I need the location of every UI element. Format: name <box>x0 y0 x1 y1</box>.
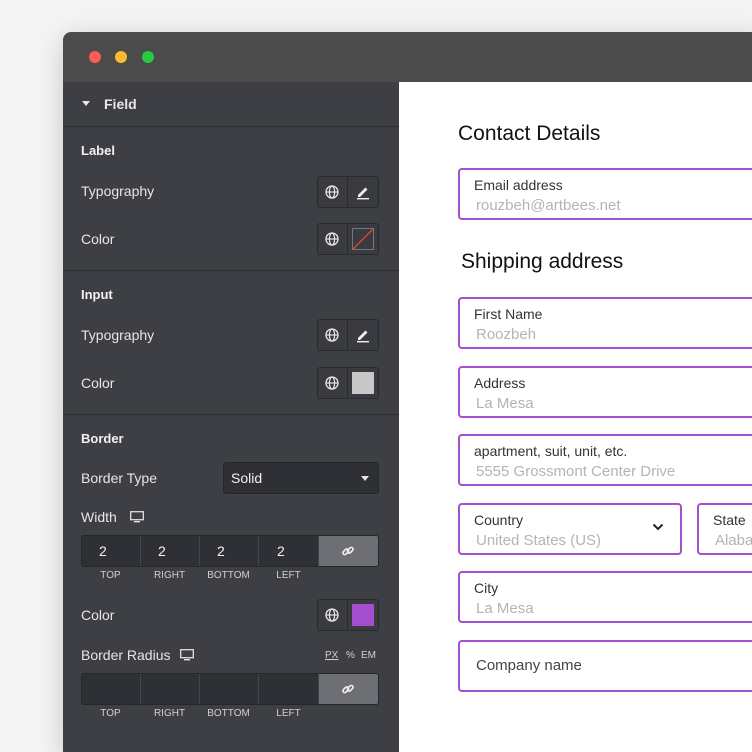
link-icon <box>342 546 354 556</box>
width-dimension-labels: TOP RIGHT BOTTOM LEFT <box>100 570 301 581</box>
border-radius-bottom-input[interactable] <box>200 674 259 704</box>
border-width-bottom-input[interactable]: 2 <box>200 536 259 566</box>
pencil-icon <box>357 187 369 200</box>
input-color-global-button[interactable] <box>318 368 348 398</box>
radius-dimension-labels: TOP RIGHT BOTTOM LEFT <box>100 708 301 719</box>
link-icon <box>342 684 354 694</box>
globe-icon <box>325 232 339 246</box>
unit-px[interactable]: PX <box>325 650 338 661</box>
border-width-top-input[interactable]: 2 <box>82 536 141 566</box>
input-color-picker[interactable] <box>348 368 377 398</box>
link-values-button[interactable] <box>319 674 378 704</box>
input-typography-edit-button[interactable] <box>348 320 377 350</box>
minimize-window-button[interactable] <box>115 51 127 63</box>
field-section-toggle[interactable]: Field <box>63 82 399 127</box>
divider <box>63 414 399 415</box>
panel-title: Field <box>104 96 137 112</box>
state-select[interactable]: State Alaba <box>697 503 752 555</box>
border-radius-inputs <box>81 673 379 705</box>
input-color-swatch <box>352 372 374 394</box>
label-typography-edit-button[interactable] <box>348 177 377 207</box>
border-radius-right-input[interactable] <box>141 674 200 704</box>
globe-icon <box>325 185 339 199</box>
border-color-picker[interactable] <box>348 600 377 630</box>
globe-icon <box>325 608 339 622</box>
company-name-field[interactable]: Company name <box>458 640 752 692</box>
border-type-label: Border Type <box>81 470 158 486</box>
input-typography-controls <box>317 319 379 351</box>
close-window-button[interactable] <box>89 51 101 63</box>
caret-down-icon <box>82 101 90 106</box>
label-typography-label: Typography <box>81 183 155 199</box>
globe-icon <box>325 328 339 342</box>
border-color-label: Color <box>81 607 115 623</box>
input-typography-global-button[interactable] <box>318 320 348 350</box>
chevron-down-icon <box>361 476 369 481</box>
address-field[interactable]: Address La Mesa <box>458 366 752 418</box>
city-field[interactable]: City La Mesa <box>458 571 752 623</box>
border-radius-top-input[interactable] <box>82 674 141 704</box>
input-color-label: Color <box>81 375 115 391</box>
width-label: Width <box>81 509 117 525</box>
border-color-swatch <box>352 604 374 626</box>
border-color-controls <box>317 599 379 631</box>
label-section-heading: Label <box>81 143 115 158</box>
divider <box>63 270 399 271</box>
label-color-controls <box>317 223 379 255</box>
maximize-window-button[interactable] <box>142 51 154 63</box>
label-color-global-button[interactable] <box>318 224 348 254</box>
globe-icon <box>325 376 339 390</box>
border-width-left-input[interactable]: 2 <box>260 536 319 566</box>
border-type-value: Solid <box>231 470 263 486</box>
form-preview: Contact Details Email address rouzbeh@ar… <box>399 82 752 752</box>
border-width-right-input[interactable]: 2 <box>141 536 200 566</box>
chevron-down-icon <box>652 523 664 531</box>
border-radius-left-input[interactable] <box>260 674 319 704</box>
country-select[interactable]: Country United States (US) <box>458 503 682 555</box>
first-name-field[interactable]: First Name Roozbeh <box>458 297 752 349</box>
link-values-button[interactable] <box>319 536 378 566</box>
border-section-heading: Border <box>81 431 124 446</box>
email-field[interactable]: Email address rouzbeh@artbees.net <box>458 168 752 220</box>
no-color-swatch-icon <box>352 228 374 250</box>
desktop-icon[interactable] <box>180 649 194 661</box>
desktop-icon[interactable] <box>130 511 144 523</box>
contact-details-heading: Contact Details <box>458 122 601 145</box>
label-typography-controls <box>317 176 379 208</box>
shipping-address-heading: Shipping address <box>461 250 624 273</box>
input-color-controls <box>317 367 379 399</box>
label-color-label: Color <box>81 231 115 247</box>
border-color-global-button[interactable] <box>318 600 348 630</box>
label-typography-global-button[interactable] <box>318 177 348 207</box>
unit-em[interactable]: EM <box>361 650 376 661</box>
border-radius-label: Border Radius <box>81 647 171 663</box>
unit-percent[interactable]: % <box>346 650 355 661</box>
app-window: Field Label Typography Color Input Typog… <box>63 32 752 752</box>
border-width-inputs: 2 2 2 2 <box>81 535 379 567</box>
input-typography-label: Typography <box>81 327 155 343</box>
apartment-field[interactable]: apartment, suit, unit, etc. 5555 Grossmo… <box>458 434 752 486</box>
settings-panel: Field Label Typography Color Input Typog… <box>63 82 399 752</box>
border-type-select[interactable]: Solid <box>223 462 379 494</box>
label-color-picker[interactable] <box>348 224 377 254</box>
title-bar <box>63 32 752 82</box>
pencil-icon <box>357 330 369 343</box>
input-section-heading: Input <box>81 287 113 302</box>
